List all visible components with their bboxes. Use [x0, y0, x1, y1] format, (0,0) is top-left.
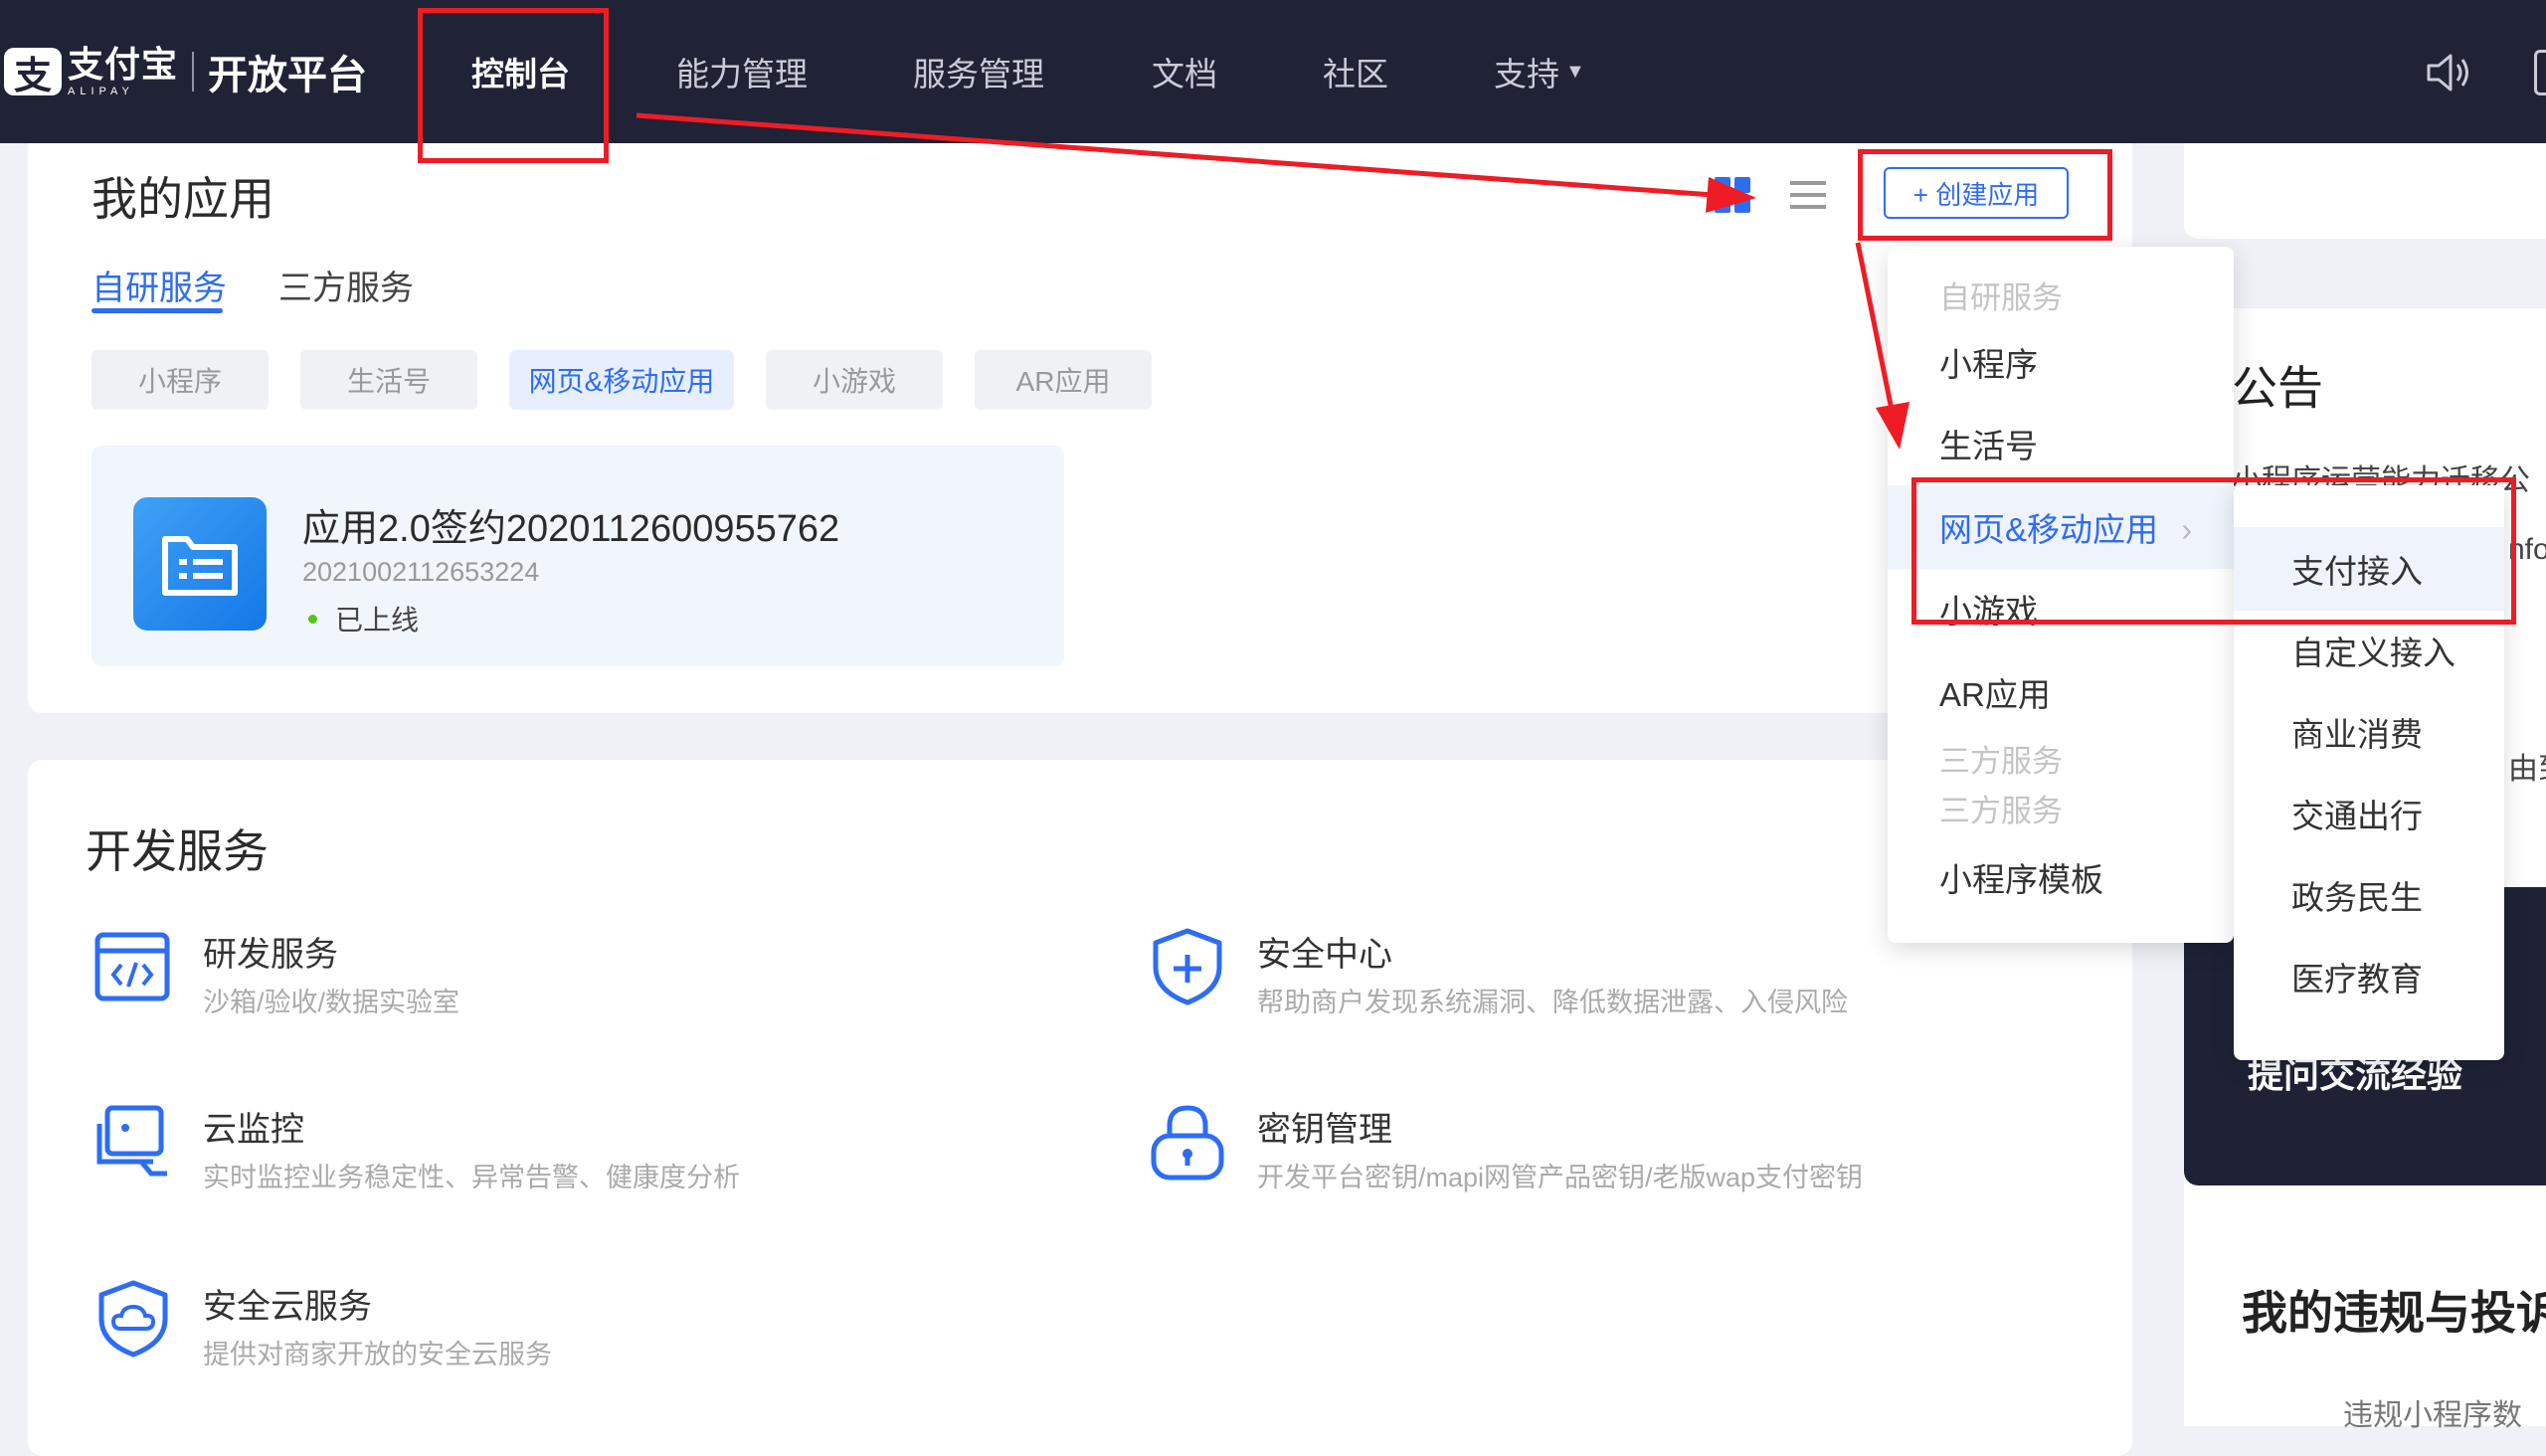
annotation-arrow	[636, 112, 1714, 198]
annotation-arrowhead	[1876, 402, 1910, 450]
annotation-arrow	[1855, 242, 1895, 411]
annotation-arrows	[636, 112, 1910, 450]
annotation-arrowhead	[1706, 177, 1756, 213]
